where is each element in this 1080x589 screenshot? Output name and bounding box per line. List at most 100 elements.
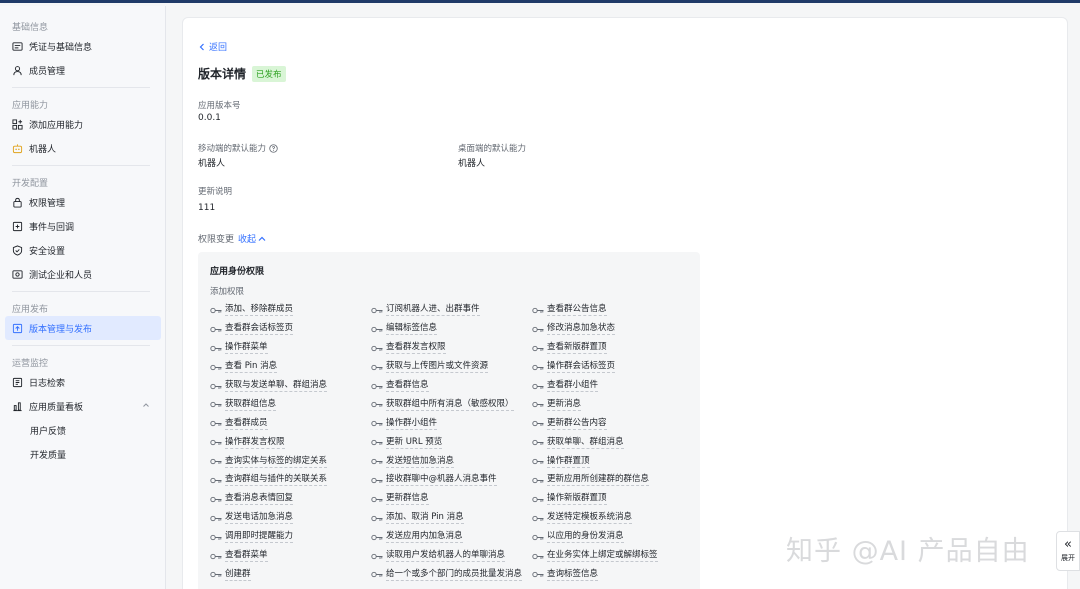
permission-name[interactable]: 修改消息加急状态 [547,323,616,336]
permission-name[interactable]: 创建群 [225,569,251,581]
permission-name[interactable]: 查看 Pin 消息 [225,361,278,374]
permission-name[interactable]: 操作新版群置顶 [547,493,607,506]
key-icon [532,307,544,314]
permission-name[interactable]: 操作群发言权限 [225,437,285,449]
permission-name[interactable]: 给一个或多个部门的成员批量发消息 [386,569,523,581]
permission-item: 获取与发送单聊、群组消息 [210,377,371,396]
permission-item: 以应用的身份发消息 [532,528,700,547]
permission-name[interactable]: 更新群公告内容 [547,418,607,430]
sidebar-item-label: 开发质量 [30,450,67,461]
permission-name[interactable]: 发送短信加急消息 [386,456,455,468]
key-icon [371,440,383,446]
permission-item: 修改消息加急状态 [532,320,700,339]
permission-name[interactable]: 查看新版群置顶 [547,342,607,355]
sidebar-group-title: 运营监控 [12,359,49,369]
permission-name[interactable]: 发送特定模板系统消息 [547,512,633,525]
sidebar-item-label: 机器人 [29,144,57,155]
key-icon [532,345,544,351]
sidebar-item[interactable]: 日志检索 [0,370,160,394]
permission-name[interactable]: 查询实体与标签的绑定关系 [225,456,328,468]
permission-item: 查询实体与标签的绑定关系 [210,452,371,471]
permission-name[interactable]: 操作群小组件 [386,418,438,430]
sidebar-item[interactable]: 成员管理 [0,58,160,82]
back-link[interactable]: 返回 [198,40,227,53]
key-icon [210,326,222,332]
permission-item: 获取与上传图片或文件资源 [371,358,532,377]
permission-name[interactable]: 获取单聊、群组消息 [547,437,624,449]
help-icon[interactable] [269,143,278,153]
permission-name[interactable]: 以应用的身份发消息 [547,531,624,544]
permission-name[interactable]: 获取与发送单聊、群组消息 [225,380,328,392]
sidebar-item[interactable]: 版本管理与发布 [5,316,161,340]
sidebar-group-title: 应用发布 [12,305,49,315]
permission-name[interactable]: 接收群聊中@机器人消息事件 [386,474,497,487]
permission-name[interactable]: 更新应用所创建群的群信息 [547,474,650,487]
sidebar-item[interactable]: 凭证与基础信息 [0,34,160,58]
sidebar-item[interactable]: 权限管理 [0,190,160,214]
permission-name[interactable]: 添加、取消 Pin 消息 [386,512,464,525]
sidebar-item[interactable]: 用户反馈 [0,418,160,442]
permission-name[interactable]: 获取群组中所有消息（敏感权限） [386,399,514,411]
permission-item: 查看群小组件 [532,377,700,396]
permission-name[interactable]: 操作群置顶 [547,456,590,468]
permission-item: 发送应用内加急消息 [371,528,532,547]
permission-name[interactable]: 查看群信息 [386,380,429,392]
permission-name[interactable]: 更新消息 [547,399,582,411]
key-icon [371,402,383,408]
permission-name[interactable]: 更新群信息 [386,493,429,506]
permission-name[interactable]: 操作群会话标签页 [547,361,616,374]
permission-name[interactable]: 获取与上传图片或文件资源 [386,361,489,374]
permission-name[interactable]: 查看消息表情回复 [225,493,294,506]
sidebar-item[interactable]: 应用质量看板 [0,394,160,418]
permission-name[interactable]: 查询群组与插件的关联关系 [225,474,328,487]
permission-name[interactable]: 查看群成员 [225,418,268,430]
permission-item: 更新消息 [532,395,700,414]
key-icon [371,496,383,502]
key-icon [371,326,383,332]
mobile-capability-label: 移动端的默认能力 [198,142,278,154]
permission-item: 查看群信息 [371,377,532,396]
permission-name[interactable]: 编辑标签信息 [386,323,438,336]
permission-item: 调用即时提醒能力 [210,528,371,547]
watermark: 知乎 @AI 产品自由 [786,536,1030,567]
permission-name[interactable]: 发送应用内加急消息 [386,531,463,544]
key-icon [371,364,383,370]
permission-name[interactable]: 查看群发言权限 [386,342,446,355]
key-icon [371,553,383,559]
key-icon [532,477,544,484]
sidebar-item[interactable]: 测试企业和人员 [0,262,160,286]
release-notes-label: 更新说明 [198,187,233,197]
permission-item: 编辑标签信息 [371,320,532,339]
sidebar-item[interactable]: 开发质量 [0,442,160,466]
chart-icon [12,401,23,412]
sidebar-item[interactable]: 安全设置 [0,238,160,262]
sidebar-item[interactable]: 添加应用能力 [0,112,160,136]
permission-name[interactable]: 获取群组信息 [225,399,277,411]
permission-name[interactable]: 发送电话加急消息 [225,512,294,525]
key-icon [532,515,544,521]
permission-name[interactable]: 读取用户发给机器人的单聊消息 [386,550,506,563]
key-icon [210,553,222,559]
collapse-button[interactable]: 收起 [238,232,266,245]
sidebar-item[interactable]: 机器人 [0,136,160,160]
key-icon [371,307,383,314]
double-chevron-left-icon: « [1064,537,1072,552]
permission-item: 获取单聊、群组消息 [532,433,700,452]
permission-name[interactable]: 查询标签信息 [547,569,599,581]
permission-item: 操作群会话标签页 [532,358,700,377]
permission-name[interactable]: 订阅机器人进、出群事件 [386,304,480,317]
permission-name[interactable]: 操作群菜单 [225,342,268,355]
permission-name[interactable]: 更新 URL 预览 [386,437,443,449]
permission-name[interactable]: 查看群公告信息 [547,304,607,317]
status-badge: 已发布 [252,65,286,82]
permission-name[interactable]: 添加、移除群成员 [225,304,294,317]
permission-name[interactable]: 调用即时提醒能力 [225,531,294,544]
expand-button[interactable]: « 展开 [1056,531,1080,571]
permission-name[interactable]: 查看群会话标签页 [225,323,294,336]
permission-name[interactable]: 查看群小组件 [547,380,599,392]
sidebar-item[interactable]: 事件与回调 [0,214,160,238]
desktop-capability-value: 机器人 [458,159,486,169]
permission-name[interactable]: 在业务实体上绑定或解绑标签 [547,550,658,563]
permission-name[interactable]: 查看群菜单 [225,550,268,563]
chevron-up-icon[interactable] [142,401,150,409]
